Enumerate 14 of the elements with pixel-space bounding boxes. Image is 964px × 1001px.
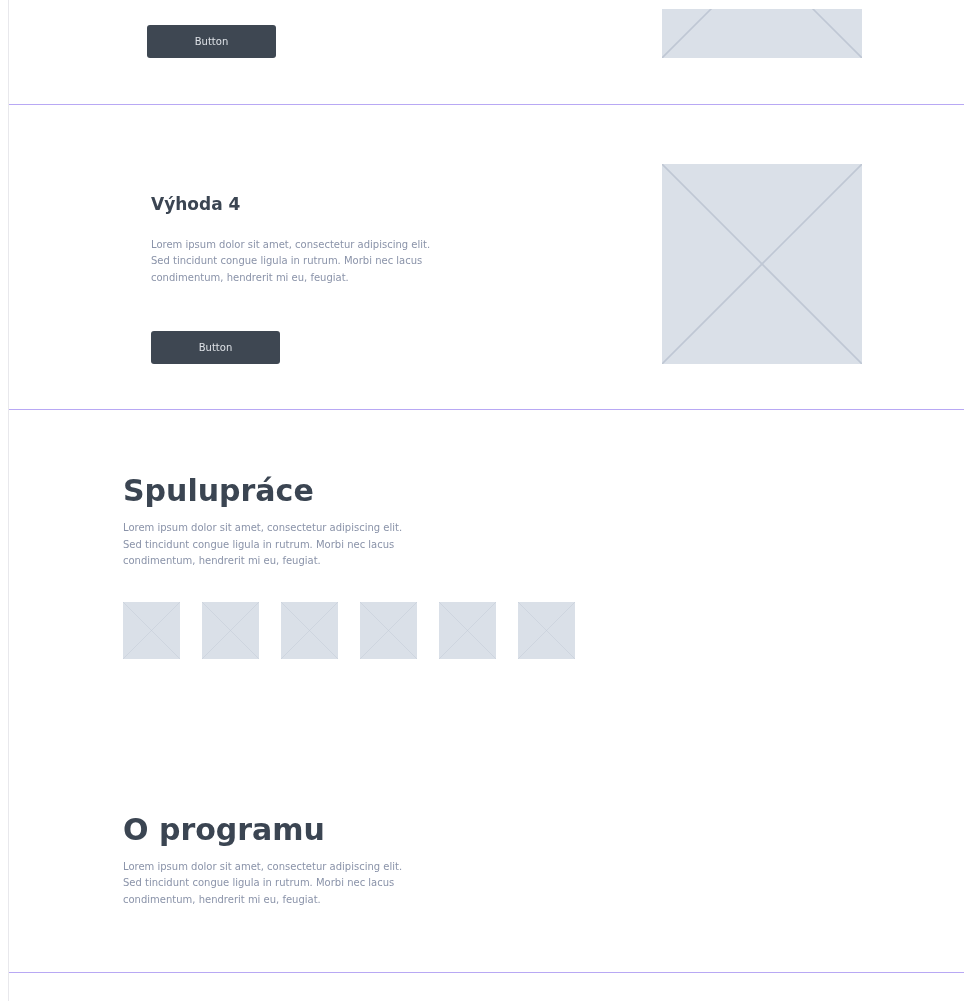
image-placeholder (202, 601, 259, 659)
image-placeholder (281, 601, 338, 659)
section-text: Lorem ipsum dolor sit amet, consectetur adipiscing elit. Sed tincidunt congue ligula in rutrum. Morbi nec lacus condimentum, hendrerit mi eu, feugiat. (123, 859, 403, 907)
section-title: O programu (123, 810, 326, 849)
feature-button[interactable]: Button (147, 25, 276, 58)
image-placeholder (518, 601, 575, 659)
feature-title: Výhoda 4 (151, 192, 241, 215)
image-placeholder (123, 601, 180, 659)
image-placeholder (439, 601, 496, 659)
image-placeholder (360, 601, 417, 659)
section-title: Spulupráce (123, 472, 315, 510)
section-text: Lorem ipsum dolor sit amet, consectetur adipiscing elit. Sed tincidunt congue ligula in rutrum. Morbi nec lacus condimentum, hendrerit mi eu, feugiat. (123, 521, 403, 568)
feature-button[interactable]: Button (151, 331, 280, 364)
feature-text: Lorem ipsum dolor sit amet, consectetur adipiscing elit. Sed tincidunt congue ligula in rutrum. Morbi nec lacus condimentum, hendrerit mi eu, feugiat. (151, 237, 431, 285)
